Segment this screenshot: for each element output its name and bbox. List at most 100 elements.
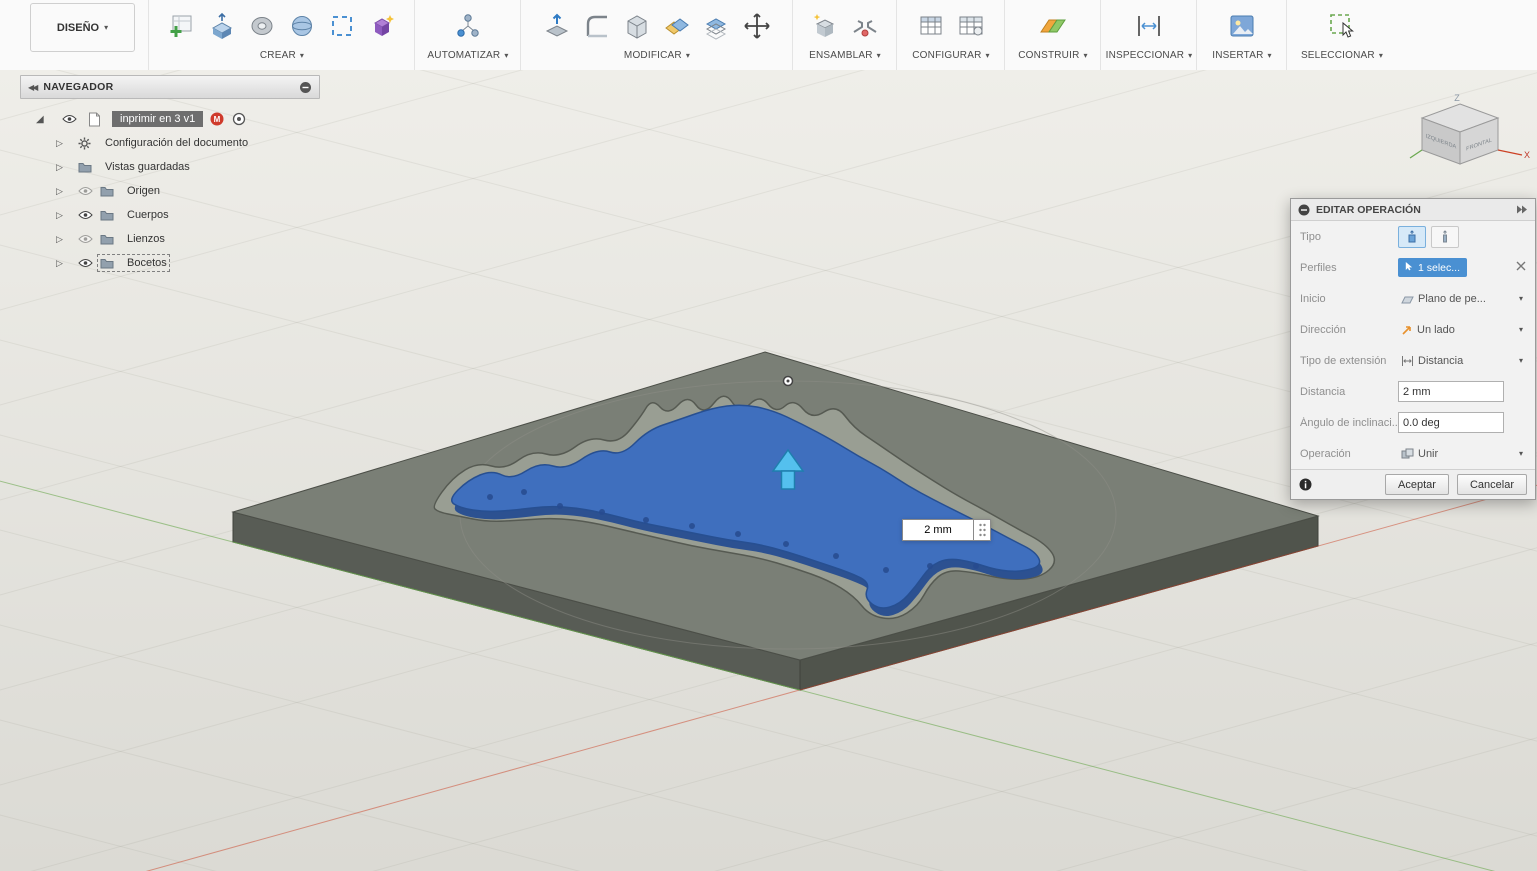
toolbar-group-modificar: MODIFICAR▾ [520,0,793,70]
field-label: Ángulo de inclinaci... [1300,417,1398,429]
collapse-all-icon[interactable] [299,81,312,94]
navigator-item-vistas-guardadas[interactable]: ▷ Vistas guardadas [20,155,320,179]
sweep-icon[interactable] [285,9,319,43]
navigator-item-document[interactable]: ◢ inprimir en 3 v1 M [20,107,320,131]
field-direccion: Dirección Un lado ▾ [1291,314,1535,345]
expand-arrow-icon[interactable]: ◢ [36,114,62,125]
field-inicio: Inicio Plano de pe... ▾ [1291,283,1535,314]
direccion-dropdown[interactable]: Un lado ▾ [1398,319,1526,341]
navigator-header[interactable]: ◀◀ NAVEGADOR [20,75,320,99]
toolbar-label-modificar[interactable]: MODIFICAR▾ [624,50,690,61]
select-icon[interactable] [1325,9,1359,43]
navigator-item-bocetos[interactable]: ▷ Bocetos [20,251,320,275]
navigator-item-configuracion[interactable]: ▷ Configuración del documento [20,131,320,155]
form-icon[interactable] [365,9,399,43]
configuration-icon[interactable] [914,9,948,43]
joint-icon[interactable] [848,9,882,43]
field-label: Dirección [1300,324,1398,336]
dialog-titlebar[interactable]: EDITAR OPERACIÓN [1291,199,1535,221]
expand-arrow-icon[interactable]: ▷ [56,210,78,221]
item-label: Bocetos [127,257,167,269]
field-label: Perfiles [1300,262,1398,274]
visibility-eye-icon[interactable] [78,210,100,220]
viewport-3d[interactable]: ◀◀ NAVEGADOR ◢ inprimir en 3 v1 M ▷ [0,70,1537,871]
toolbar-label-seleccionar[interactable]: SELECCIONAR▾ [1301,50,1383,61]
accept-button[interactable]: Aceptar [1385,474,1449,495]
visibility-eye-icon[interactable] [78,186,100,196]
extrude-type-selected-button[interactable] [1398,226,1426,248]
inicio-dropdown[interactable]: Plano de pe... ▾ [1398,288,1526,310]
item-label: Vistas guardadas [105,161,190,173]
navigator-item-origen[interactable]: ▷ Origen [20,179,320,203]
create-sketch-icon[interactable] [165,9,199,43]
operacion-dropdown[interactable]: Unir ▾ [1398,443,1526,465]
toolbar-label-construir[interactable]: CONSTRUIR▾ [1018,50,1087,61]
configuration-table-icon[interactable] [954,9,988,43]
extrude-type-thin-button[interactable] [1431,226,1459,248]
insert-image-icon[interactable] [1225,9,1259,43]
toolbar-group-construir: CONSTRUIR▾ [1004,0,1101,70]
svg-text:M: M [214,115,221,124]
toolbar-group-crear: CREAR▾ [148,0,415,70]
dimension-drag-handle-icon[interactable] [974,519,991,541]
folder-icon [100,209,122,221]
boolean-union-icon [1401,448,1414,460]
toolbar-label-crear[interactable]: CREAR▾ [260,50,304,61]
document-icon [88,112,110,127]
modified-badge-icon: M [210,112,232,126]
detach-panel-icon[interactable] [1516,205,1528,214]
visibility-eye-icon[interactable] [78,258,100,268]
fillet-icon[interactable] [580,9,614,43]
toolbar-label-automatizar[interactable]: AUTOMATIZAR▾ [427,50,508,61]
extrude-icon[interactable] [205,9,239,43]
construct-plane-icon[interactable] [1036,9,1070,43]
field-label: Operación [1300,448,1398,460]
toolbar-label-inspeccionar[interactable]: INSPECCIONAR▾ [1106,50,1193,61]
toolbar-label-insertar[interactable]: INSERTAR▾ [1212,50,1271,61]
navigator-item-lienzos[interactable]: ▷ Lienzos [20,227,320,251]
activate-component-radio-icon[interactable] [232,112,254,126]
expand-arrow-icon[interactable]: ▷ [56,138,78,149]
visibility-eye-icon[interactable] [62,114,88,124]
toolbar-label-configurar[interactable]: CONFIGURAR▾ [912,50,989,61]
toolbar-label-ensamblar[interactable]: ENSAMBLAR▾ [809,50,881,61]
profiles-selection-chip[interactable]: 1 selec... [1398,258,1467,277]
document-name[interactable]: inprimir en 3 v1 [112,111,203,127]
dimension-value-input[interactable] [902,519,974,541]
field-label: Distancia [1300,386,1398,398]
caret-down-icon: ▾ [1519,295,1523,303]
caret-down-icon: ▾ [1379,52,1383,60]
press-pull-icon[interactable] [540,9,574,43]
clear-selection-icon[interactable] [1516,261,1526,274]
expand-arrow-icon[interactable]: ▷ [56,162,78,173]
expand-arrow-icon[interactable]: ▷ [56,234,78,245]
distancia-input[interactable] [1398,381,1504,402]
combine-icon[interactable] [660,9,694,43]
field-angulo: Ángulo de inclinaci... [1291,407,1535,438]
dimension-input-box [902,519,991,541]
angulo-input[interactable] [1398,412,1504,433]
tipo-extension-dropdown[interactable]: Distancia ▾ [1398,350,1526,372]
shell-icon[interactable] [620,9,654,43]
automate-icon[interactable] [451,9,485,43]
viewcube-x-label: X [1524,150,1530,160]
measure-icon[interactable] [1132,9,1166,43]
viewcube-z-label: Z [1454,93,1460,103]
offset-face-icon[interactable] [700,9,734,43]
visibility-eye-icon[interactable] [78,234,100,244]
revolve-icon[interactable] [245,9,279,43]
navigator-item-cuerpos[interactable]: ▷ Cuerpos [20,203,320,227]
info-icon[interactable] [1299,478,1312,491]
field-tipo: Tipo [1291,221,1535,252]
design-menu-button[interactable]: DISEÑO ▾ [30,3,135,52]
collapse-panel-icon[interactable]: ◀◀ [28,83,36,92]
expand-arrow-icon[interactable]: ▷ [56,186,78,197]
move-icon[interactable] [740,9,774,43]
new-component-icon[interactable] [808,9,842,43]
cursor-icon [1405,262,1414,273]
expand-arrow-icon[interactable]: ▷ [56,258,78,269]
pattern-box-icon[interactable] [325,9,359,43]
cancel-button[interactable]: Cancelar [1457,474,1527,495]
view-cube[interactable]: Z IZQUIERDA FRONTAL X [1408,92,1533,177]
folder-icon [100,257,122,269]
